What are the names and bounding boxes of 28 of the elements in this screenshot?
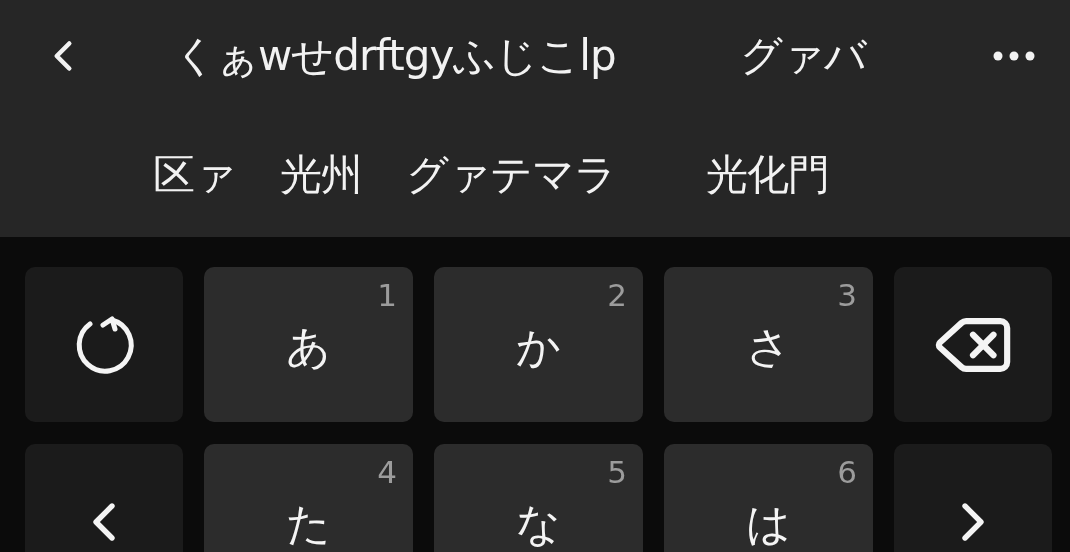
key-number: 3 [837, 277, 857, 313]
key[interactable]: あ 1 [204, 267, 413, 422]
candidate-word[interactable]: 光州 [280, 146, 362, 203]
key[interactable]: た 4 [204, 444, 413, 552]
key-label: な [516, 497, 561, 551]
key-number: 1 [377, 277, 397, 313]
candidate-word[interactable]: グァバ [739, 28, 866, 84]
key-number: 6 [837, 454, 857, 490]
key-number: 5 [607, 454, 627, 490]
key-number: 4 [377, 454, 397, 490]
candidate-word[interactable]: 区ァ [153, 146, 236, 203]
key[interactable]: な 5 [434, 444, 643, 552]
key-label: あ [286, 320, 331, 374]
key-label: は [746, 497, 791, 551]
more-button[interactable] [993, 51, 1035, 61]
key-number: 2 [607, 277, 627, 313]
key-label: さ [746, 320, 791, 374]
backspace-key[interactable] [894, 267, 1052, 422]
more-icon [993, 51, 1035, 61]
key-label: か [516, 320, 561, 374]
candidate-word[interactable]: くぁwせdrftgyふじこlp [174, 28, 616, 84]
candidate-word[interactable]: グァテマラ [406, 146, 616, 203]
candidate-word[interactable]: 光化門 [706, 146, 829, 203]
key[interactable]: は 6 [664, 444, 873, 552]
key[interactable]: か 2 [434, 267, 643, 422]
key[interactable]: さ 3 [664, 267, 873, 422]
key-label: た [286, 497, 331, 551]
undo-key[interactable] [25, 267, 183, 422]
